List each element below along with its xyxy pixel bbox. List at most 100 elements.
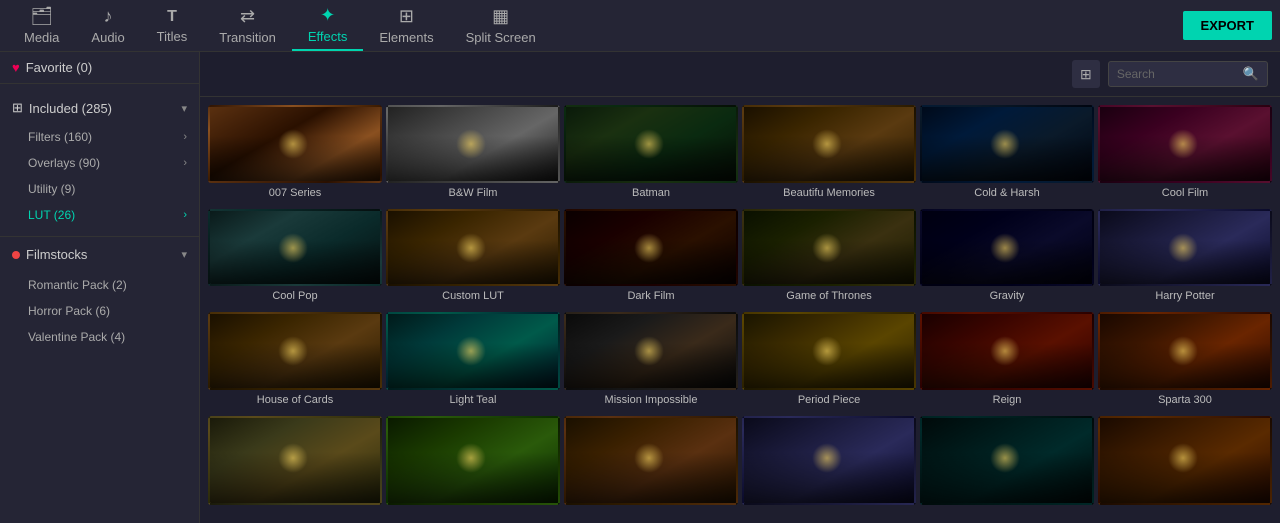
effect-item-lteal[interactable]: Light Teal	[386, 312, 560, 412]
search-input[interactable]	[1117, 67, 1237, 81]
effect-label-bot5	[920, 505, 1094, 515]
effect-thumb-bot4	[742, 416, 916, 506]
effect-label-bot1	[208, 505, 382, 515]
nav-media-label: Media	[24, 30, 59, 45]
nav-effects-label: Effects	[308, 29, 348, 44]
nav-audio-label: Audio	[91, 30, 124, 45]
sub-items-list: Filters (160) › Overlays (90) › Utility …	[0, 124, 199, 228]
sidebar: ♥ Favorite (0) ⊞ Included (285) ▾ Filter…	[0, 52, 200, 523]
sidebar-collapse-button[interactable]: ‹	[199, 268, 200, 308]
effect-item-mission[interactable]: Mission Impossible	[564, 312, 738, 412]
effect-thumb-coolfilm	[1098, 105, 1272, 183]
effect-label-custom: Custom LUT	[386, 286, 560, 308]
favorite-button[interactable]: ♥ Favorite (0)	[0, 52, 199, 84]
effect-label-harry: Harry Potter	[1098, 286, 1272, 308]
effect-label-sparta: Sparta 300	[1098, 390, 1272, 412]
filters-arrow-icon: ›	[183, 131, 187, 143]
nav-media[interactable]: 🗂 Media	[8, 0, 75, 51]
effect-label-bot2	[386, 505, 560, 515]
effect-item-bot2[interactable]	[386, 416, 560, 516]
filmstocks-chevron-icon: ▾	[181, 248, 187, 261]
effect-item-007[interactable]: 007 Series	[208, 105, 382, 205]
audio-icon: ♪	[104, 6, 113, 27]
effect-thumb-batman	[564, 105, 738, 183]
effect-thumb-got	[742, 209, 916, 287]
effect-label-gravity: Gravity	[920, 286, 1094, 308]
effect-thumb-reign	[920, 312, 1094, 390]
main-layout: ♥ Favorite (0) ⊞ Included (285) ▾ Filter…	[0, 52, 1280, 523]
effect-item-batman[interactable]: Batman	[564, 105, 738, 205]
effect-thumb-gravity	[920, 209, 1094, 287]
nav-transition-label: Transition	[219, 30, 276, 45]
effect-label-dark: Dark Film	[564, 286, 738, 308]
nav-titles[interactable]: T Titles	[141, 0, 204, 51]
effect-thumb-mission	[564, 312, 738, 390]
effect-item-harry[interactable]: Harry Potter	[1098, 209, 1272, 309]
nav-effects[interactable]: ✦ Effects	[292, 0, 364, 51]
overlays-arrow-icon: ›	[183, 157, 187, 169]
effect-label-mission: Mission Impossible	[564, 390, 738, 412]
effect-thumb-cold	[920, 105, 1094, 183]
effect-item-house[interactable]: House of Cards	[208, 312, 382, 412]
utility-label: Utility (9)	[28, 182, 75, 196]
effect-item-dark[interactable]: Dark Film	[564, 209, 738, 309]
effect-thumb-dark	[564, 209, 738, 287]
sidebar-item-filters[interactable]: Filters (160) ›	[0, 124, 199, 150]
sidebar-item-utility[interactable]: Utility (9)	[0, 176, 199, 202]
effect-item-cold[interactable]: Cold & Harsh	[920, 105, 1094, 205]
effect-item-coolfilm[interactable]: Cool Film	[1098, 105, 1272, 205]
effect-item-beautiful[interactable]: Beautifu Memories	[742, 105, 916, 205]
filmstocks-header[interactable]: Filmstocks ▾	[0, 236, 199, 272]
effect-label-period: Period Piece	[742, 390, 916, 412]
export-button[interactable]: EXPORT	[1183, 11, 1272, 40]
effect-item-bot4[interactable]	[742, 416, 916, 516]
splitscreen-icon: ▦	[492, 6, 509, 27]
included-header[interactable]: ⊞ Included (285) ▾	[0, 92, 199, 124]
effect-item-bw[interactable]: B&W Film	[386, 105, 560, 205]
filmstocks-label: Filmstocks	[26, 247, 87, 262]
effect-thumb-bot1	[208, 416, 382, 506]
content-area: ⊞ 🔍 007 SeriesB&W FilmBatmanBeautifu Mem…	[200, 52, 1280, 523]
effect-thumb-bot3	[564, 416, 738, 506]
nav-transition[interactable]: ⇄ Transition	[203, 0, 292, 51]
search-box: 🔍	[1108, 61, 1268, 87]
effect-item-coolpop[interactable]: Cool Pop	[208, 209, 382, 309]
sidebar-item-lut[interactable]: LUT (26) ›	[0, 202, 199, 228]
effect-label-007: 007 Series	[208, 183, 382, 205]
grid-view-icon: ⊞	[1080, 66, 1092, 83]
effect-item-reign[interactable]: Reign	[920, 312, 1094, 412]
effect-label-house: House of Cards	[208, 390, 382, 412]
effect-item-period[interactable]: Period Piece	[742, 312, 916, 412]
effect-item-gravity[interactable]: Gravity	[920, 209, 1094, 309]
sidebar-item-overlays[interactable]: Overlays (90) ›	[0, 150, 199, 176]
effect-item-custom[interactable]: Custom LUT	[386, 209, 560, 309]
grid-view-button[interactable]: ⊞	[1072, 60, 1100, 88]
effect-thumb-bot6	[1098, 416, 1272, 506]
sidebar-item-romantic[interactable]: Romantic Pack (2)	[0, 272, 199, 298]
effect-item-sparta[interactable]: Sparta 300	[1098, 312, 1272, 412]
sidebar-item-horror[interactable]: Horror Pack (6)	[0, 298, 199, 324]
effect-thumb-bot2	[386, 416, 560, 506]
sidebar-item-valentine[interactable]: Valentine Pack (4)	[0, 324, 199, 350]
effect-item-bot3[interactable]	[564, 416, 738, 516]
heart-icon: ♥	[12, 60, 20, 75]
effect-item-got[interactable]: Game of Thrones	[742, 209, 916, 309]
effect-item-bot6[interactable]	[1098, 416, 1272, 516]
effect-label-batman: Batman	[564, 183, 738, 205]
transition-icon: ⇄	[240, 6, 255, 27]
nav-elements-label: Elements	[379, 30, 433, 45]
nav-splitscreen[interactable]: ▦ Split Screen	[450, 0, 552, 51]
effect-thumb-sparta	[1098, 312, 1272, 390]
included-chevron-icon: ▾	[181, 102, 187, 115]
nav-audio[interactable]: ♪ Audio	[75, 0, 140, 51]
nav-elements[interactable]: ⊞ Elements	[363, 0, 449, 51]
effect-item-bot1[interactable]	[208, 416, 382, 516]
effect-label-reign: Reign	[920, 390, 1094, 412]
effect-label-beautiful: Beautifu Memories	[742, 183, 916, 205]
effect-label-lteal: Light Teal	[386, 390, 560, 412]
effect-label-got: Game of Thrones	[742, 286, 916, 308]
effect-item-bot5[interactable]	[920, 416, 1094, 516]
effect-thumb-coolpop	[208, 209, 382, 287]
effect-thumb-bot5	[920, 416, 1094, 506]
effect-thumb-period	[742, 312, 916, 390]
